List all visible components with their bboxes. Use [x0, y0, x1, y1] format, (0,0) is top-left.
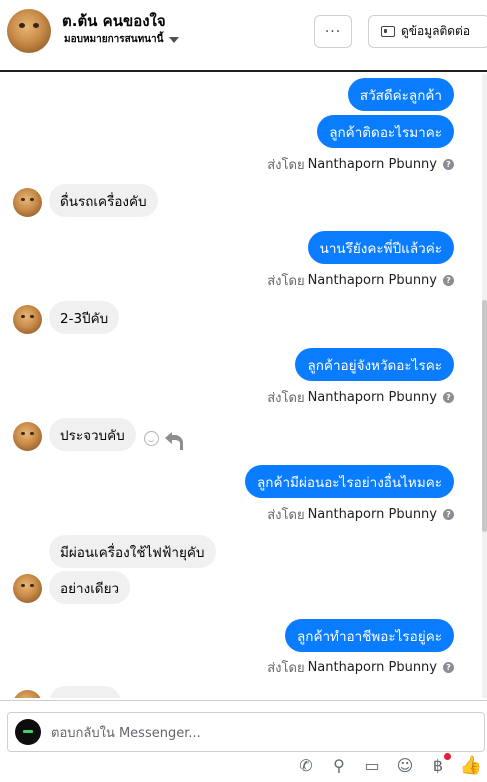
- incoming-message[interactable]: ประจวบคับ: [49, 418, 136, 451]
- more-options-button[interactable]: ···: [314, 15, 352, 48]
- contact-avatar-small: [13, 422, 42, 451]
- incoming-message-partial[interactable]: [49, 686, 121, 698]
- incoming-message[interactable]: มีผ่อนเครื่องใช้ไฟฟ้ายุคับ: [49, 535, 216, 568]
- thread-scrollbar[interactable]: [482, 74, 487, 698]
- assign-conversation-dropdown[interactable]: มอบหมายการสนทนานี้: [64, 32, 180, 47]
- sender-name: Nanthaporn Pbunny: [307, 660, 437, 675]
- sent-by-label: ส่งโดย Nanthaporn Pbunny ?: [267, 387, 454, 408]
- sent-by-prefix: ส่งโดย: [267, 274, 305, 289]
- emoji-icon[interactable]: ☺: [395, 755, 415, 775]
- reply-icon[interactable]: [165, 431, 183, 450]
- contact-avatar-small: [13, 305, 42, 334]
- attach-icon[interactable]: ⚲: [329, 755, 349, 775]
- help-icon[interactable]: ?: [443, 509, 454, 520]
- help-icon[interactable]: ?: [443, 159, 454, 170]
- composer: ✆ ⚲ ▭ ☺ ฿ 👍: [0, 700, 487, 782]
- sender-name: Nanthaporn Pbunny: [307, 273, 437, 288]
- sent-by-label: ส่งโดย Nanthaporn Pbunny ?: [267, 154, 454, 175]
- sent-by-label: ส่งโดย Nanthaporn Pbunny ?: [267, 657, 454, 678]
- scrollbar-thumb[interactable]: [482, 300, 487, 532]
- outgoing-message[interactable]: ลูกค้ามีผ่อนอะไรอย่างอื่นไหมคะ: [245, 465, 454, 498]
- phone-add-icon[interactable]: ✆: [296, 755, 316, 775]
- contact-avatar[interactable]: [7, 9, 51, 53]
- sender-name: Nanthaporn Pbunny: [307, 157, 437, 172]
- page-avatar: [15, 719, 41, 745]
- incoming-message[interactable]: ดื่นรถเครื่องคับ: [49, 184, 158, 217]
- contact-card-icon: [381, 26, 395, 37]
- outgoing-message[interactable]: ลูกค้าอยู่จังหวัดอะไรคะ: [295, 348, 454, 381]
- incoming-message[interactable]: อย่างเดียว: [49, 571, 131, 604]
- sent-by-prefix: ส่งโดย: [267, 661, 305, 676]
- outgoing-message[interactable]: ลูกค้าทำอาชีพอะไรอยู่คะ: [285, 619, 454, 652]
- assign-label: มอบหมายการสนทนานี้: [64, 34, 164, 45]
- sent-by-prefix: ส่งโดย: [267, 391, 305, 406]
- message-actions: [144, 431, 183, 450]
- message-thread[interactable]: สวัสดีค่ะลูกค้า ลูกค้าติดอะไรมาคะ ส่งโดย…: [0, 74, 487, 698]
- composer-toolbar: ✆ ⚲ ▭ ☺ ฿ 👍: [296, 753, 482, 776]
- outgoing-message[interactable]: ลูกค้าติดอะไรมาคะ: [317, 115, 454, 148]
- sender-name: Nanthaporn Pbunny: [307, 507, 437, 522]
- sent-by-label: ส่งโดย Nanthaporn Pbunny ?: [267, 504, 454, 525]
- sent-by-label: ส่งโดย Nanthaporn Pbunny ?: [267, 270, 454, 291]
- contact-name[interactable]: ต.ต้น คนของใจ: [62, 9, 166, 33]
- sender-name: Nanthaporn Pbunny: [307, 390, 437, 405]
- help-icon[interactable]: ?: [443, 392, 454, 403]
- view-contact-button[interactable]: ดูข้อมูลติดต่อ: [368, 15, 487, 48]
- sent-by-prefix: ส่งโดย: [267, 508, 305, 523]
- thumbs-up-icon[interactable]: 👍: [460, 755, 482, 776]
- caret-down-icon: [169, 36, 180, 43]
- outgoing-message[interactable]: สวัสดีค่ะลูกค้า: [347, 78, 454, 111]
- help-icon[interactable]: ?: [443, 662, 454, 673]
- reply-input[interactable]: [51, 724, 351, 742]
- react-emoji-icon[interactable]: [144, 431, 159, 446]
- outgoing-message[interactable]: นานรึยังคะพี่ปีแล้วค่ะ: [307, 231, 454, 264]
- baht-payment-icon[interactable]: ฿: [428, 753, 451, 775]
- view-contact-label: ดูข้อมูลติดต่อ: [401, 24, 471, 38]
- incoming-message[interactable]: 2-3ปีคับ: [49, 301, 120, 334]
- contact-avatar-small: [13, 690, 42, 698]
- help-icon[interactable]: ?: [443, 275, 454, 286]
- contact-avatar-small: [13, 188, 42, 217]
- conversation-header: ต.ต้น คนของใจ มอบหมายการสนทนานี้ ··· ดูข…: [0, 0, 487, 72]
- contact-avatar-small: [13, 574, 42, 603]
- sent-by-prefix: ส่งโดย: [267, 158, 305, 173]
- saved-reply-icon[interactable]: ▭: [362, 755, 382, 775]
